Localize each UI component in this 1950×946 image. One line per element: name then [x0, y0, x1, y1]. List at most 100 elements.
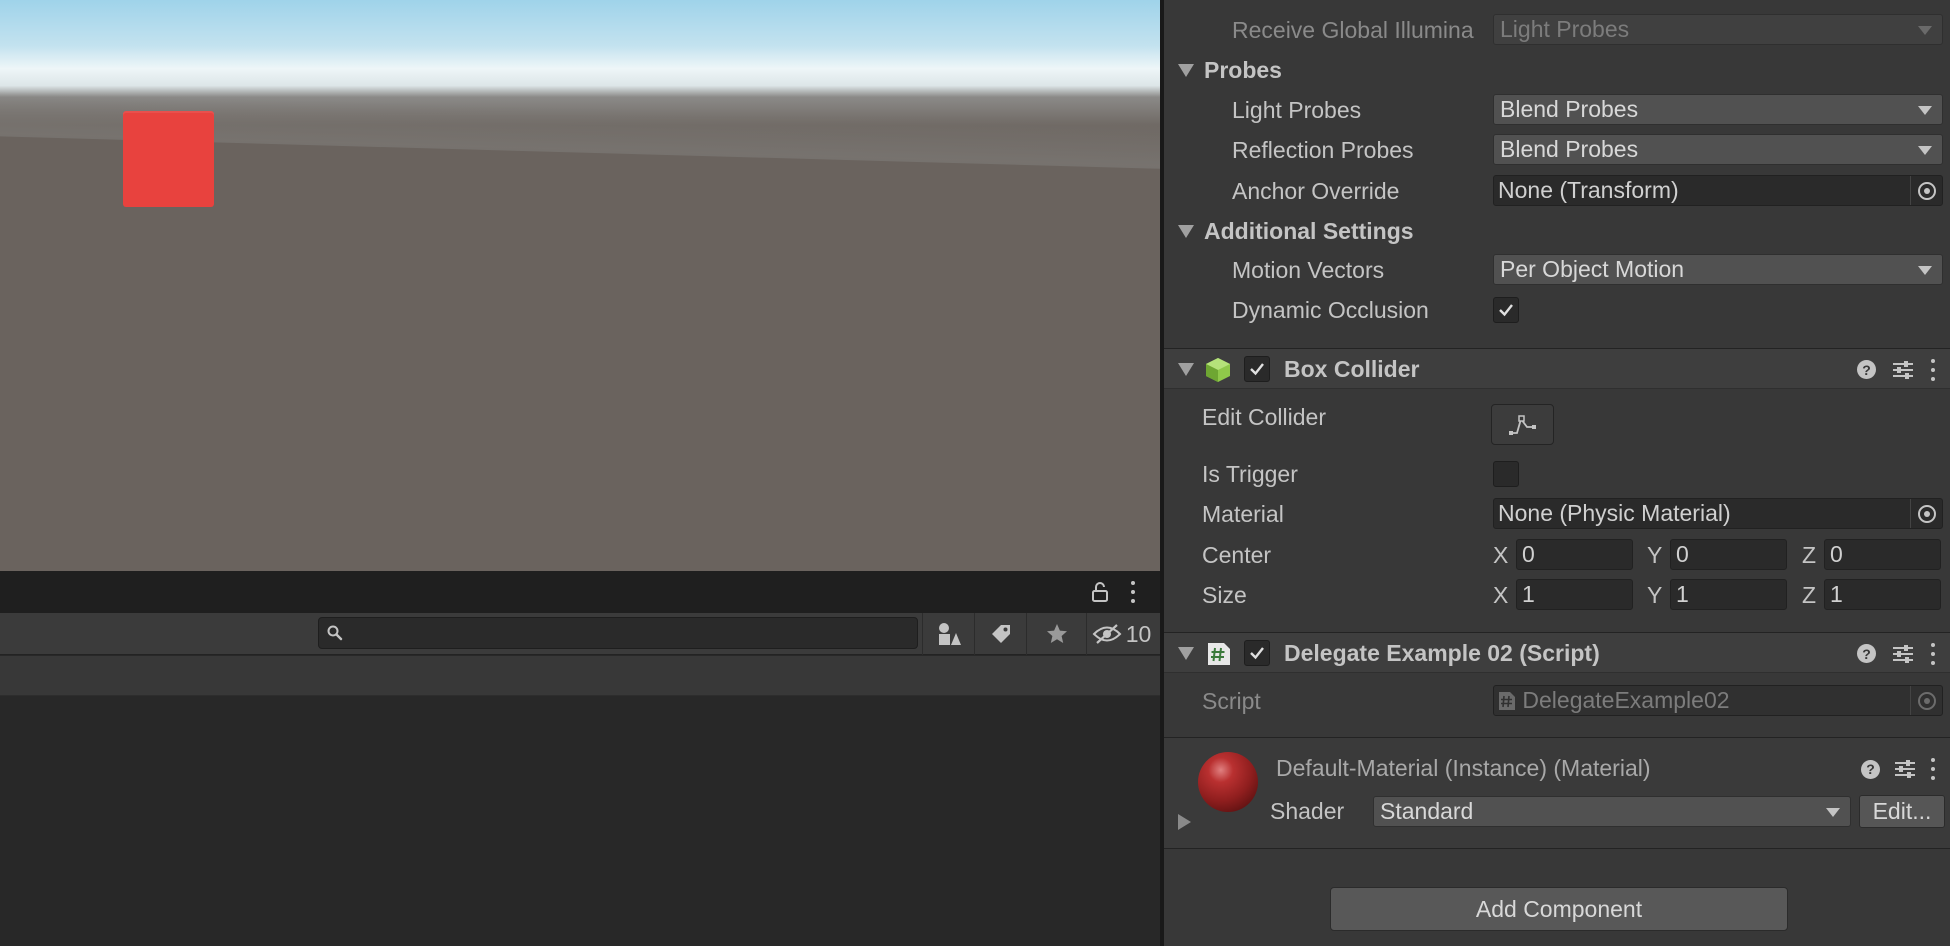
center-y-field[interactable]: 0 — [1670, 539, 1787, 570]
hierarchy-scene-row[interactable] — [0, 656, 1160, 696]
size-x-field[interactable]: 1 — [1516, 579, 1633, 610]
presets-icon[interactable] — [1892, 644, 1914, 664]
light-probes-row: Light Probes Blend Probes — [1164, 90, 1950, 130]
add-component-button[interactable]: Add Component — [1330, 887, 1788, 931]
dynamic-occlusion-row: Dynamic Occlusion — [1164, 290, 1950, 330]
light-probes-label: Light Probes — [1232, 97, 1362, 123]
script-icon — [1208, 643, 1230, 665]
search-input[interactable] — [319, 618, 917, 649]
box-collider-enabled-checkbox[interactable] — [1244, 356, 1270, 382]
chevron-down-icon — [1918, 146, 1932, 155]
favorites-button[interactable] — [1026, 613, 1086, 655]
checkmark-icon — [1250, 647, 1264, 660]
red-cube[interactable] — [123, 111, 214, 207]
eye-hidden-icon — [1092, 624, 1122, 644]
dynamic-occlusion-label: Dynamic Occlusion — [1232, 297, 1429, 323]
motion-vectors-dropdown[interactable]: Per Object Motion — [1493, 254, 1943, 285]
size-x-label: X — [1493, 582, 1509, 608]
motion-vectors-label: Motion Vectors — [1232, 257, 1385, 283]
scene-visibility-button[interactable] — [922, 613, 974, 655]
component-menu-kebab-icon[interactable] — [1930, 358, 1936, 381]
center-x-label: X — [1493, 542, 1509, 568]
anchor-override-row: Anchor Override None (Transform) — [1164, 171, 1950, 211]
component-menu-kebab-icon[interactable] — [1930, 642, 1936, 665]
object-picker-icon[interactable] — [1910, 176, 1942, 205]
size-z-label: Z — [1802, 582, 1817, 608]
probes-title: Probes — [1204, 57, 1282, 83]
lock-icon[interactable] — [1088, 580, 1112, 604]
is-trigger-label: Is Trigger — [1202, 461, 1298, 487]
help-icon[interactable]: ? — [1861, 759, 1880, 779]
reflection-probes-label: Reflection Probes — [1232, 137, 1414, 163]
anchor-override-value: None (Transform) — [1498, 177, 1679, 203]
checkmark-icon — [1499, 304, 1513, 317]
anchor-override-label: Anchor Override — [1232, 178, 1400, 204]
probes-foldout[interactable]: Probes — [1164, 50, 1950, 90]
collider-material-field[interactable]: None (Physic Material) — [1493, 498, 1943, 529]
foldout-expanded-icon[interactable] — [1178, 363, 1194, 376]
edit-collider-label: Edit Collider — [1202, 404, 1326, 430]
script-field: DelegateExample02 — [1493, 685, 1943, 716]
size-y-field[interactable]: 1 — [1670, 579, 1787, 610]
foldout-collapsed-icon[interactable] — [1178, 814, 1191, 830]
search-icon — [327, 625, 343, 641]
script-component-title: Delegate Example 02 (Script) — [1284, 640, 1600, 666]
script-component-header[interactable]: Delegate Example 02 (Script) ? — [1164, 632, 1950, 673]
size-y-label: Y — [1647, 582, 1663, 608]
anchor-override-field[interactable]: None (Transform) — [1493, 175, 1943, 206]
center-label: Center — [1202, 542, 1272, 568]
chevron-down-icon — [1826, 808, 1840, 817]
size-z-field[interactable]: 1 — [1824, 579, 1941, 610]
light-probes-value: Blend Probes — [1500, 96, 1639, 122]
search-field[interactable] — [318, 617, 918, 649]
scene-visibility-icon — [938, 623, 961, 645]
chevron-down-icon — [1918, 26, 1932, 35]
is-trigger-checkbox[interactable] — [1493, 461, 1519, 487]
script-value: DelegateExample02 — [1522, 687, 1730, 713]
box-collider-header[interactable]: Box Collider ? — [1164, 348, 1950, 389]
collider-material-value: None (Physic Material) — [1498, 500, 1731, 526]
edit-shader-button[interactable]: Edit... — [1859, 795, 1945, 828]
receive-gi-value: Light Probes — [1500, 16, 1630, 42]
collider-material-row: Material None (Physic Material) — [1164, 494, 1950, 534]
reflection-probes-dropdown[interactable]: Blend Probes — [1493, 134, 1943, 165]
hierarchy-menu-kebab-icon[interactable] — [1130, 581, 1136, 603]
foldout-expanded-icon[interactable] — [1178, 64, 1194, 77]
shader-value: Standard — [1380, 798, 1474, 824]
material-preview-sphere — [1198, 752, 1258, 812]
shader-label: Shader — [1270, 798, 1345, 824]
presets-icon[interactable] — [1894, 759, 1916, 779]
script-asset-icon — [1499, 692, 1515, 710]
size-label: Size — [1202, 582, 1247, 608]
collider-material-label: Material — [1202, 501, 1284, 527]
center-z-label: Z — [1802, 542, 1817, 568]
box-collider-title: Box Collider — [1284, 356, 1420, 382]
center-z-field[interactable]: 0 — [1824, 539, 1941, 570]
additional-settings-foldout[interactable]: Additional Settings — [1164, 211, 1950, 251]
game-view[interactable] — [0, 0, 1160, 571]
motion-vectors-value: Per Object Motion — [1500, 256, 1685, 282]
help-icon[interactable]: ? — [1857, 360, 1876, 379]
presets-icon[interactable] — [1892, 360, 1914, 380]
receive-gi-dropdown[interactable]: Light Probes — [1493, 14, 1943, 45]
reflection-probes-value: Blend Probes — [1500, 136, 1639, 162]
material-menu-kebab-icon[interactable] — [1930, 758, 1936, 780]
additional-settings-title: Additional Settings — [1204, 218, 1414, 244]
hidden-count-label: 10 — [1125, 620, 1152, 647]
script-label: Script — [1202, 688, 1261, 714]
tag-filter-button[interactable] — [974, 613, 1026, 655]
object-picker-icon[interactable] — [1910, 499, 1942, 528]
foldout-expanded-icon[interactable] — [1178, 225, 1194, 238]
light-probes-dropdown[interactable]: Blend Probes — [1493, 94, 1943, 125]
dynamic-occlusion-checkbox[interactable] — [1493, 297, 1519, 323]
help-icon[interactable]: ? — [1857, 644, 1876, 663]
hierarchy-tab-bar — [0, 571, 1160, 613]
center-x-field[interactable]: 0 — [1516, 539, 1633, 570]
center-y-label: Y — [1647, 542, 1663, 568]
shader-dropdown[interactable]: Standard — [1373, 796, 1851, 827]
script-enabled-checkbox[interactable] — [1244, 640, 1270, 666]
hidden-objects-toggle[interactable]: 10 — [1086, 613, 1156, 655]
material-title: Default-Material (Instance) (Material) — [1276, 755, 1651, 781]
edit-collider-button[interactable] — [1491, 404, 1554, 445]
foldout-expanded-icon[interactable] — [1178, 647, 1194, 660]
